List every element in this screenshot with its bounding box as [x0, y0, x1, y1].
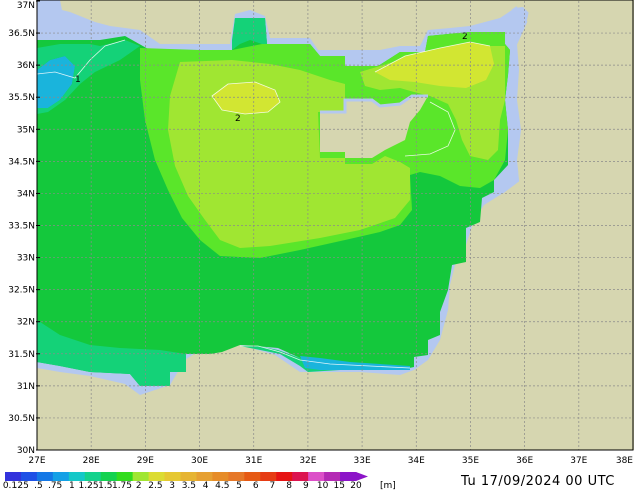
- colorbar-label: 15: [334, 481, 345, 490]
- longitude-label: 33E: [354, 456, 371, 466]
- colorbar-swatch: [5, 472, 22, 481]
- longitude-label: 28E: [83, 456, 100, 466]
- colorbar-swatch: [180, 472, 197, 481]
- colorbar-swatch: [116, 472, 134, 481]
- colorbar-swatch: [244, 472, 261, 481]
- colorbar-swatch: [340, 472, 357, 481]
- longitude-labels: 27E 28E 29E 30E 31E 32E 33E 34E 35E 36E 37E 38E: [28, 456, 633, 466]
- longitude-label: 38E: [616, 456, 633, 466]
- longitude-label: 36E: [516, 456, 533, 466]
- colorbar-label: 4: [203, 481, 209, 490]
- latitude-label: 35.5N: [8, 93, 35, 103]
- contour-label: 1: [75, 75, 81, 85]
- longitude-label: 35E: [462, 456, 479, 466]
- colorbar-label: .5: [34, 481, 43, 490]
- latitude-label: 36.5N: [8, 29, 35, 39]
- colorbar-swatch: [100, 472, 118, 481]
- colorbar-swatch: [84, 472, 102, 481]
- colorbar-label: 20: [350, 481, 362, 490]
- map-container: 1 2 2 37N 36.5N 36N 35.5N 35N 34.5N 34N 33.5N 33…: [0, 0, 634, 491]
- colorbar-swatch: [36, 472, 54, 481]
- colorbar-label: .75: [48, 481, 62, 490]
- longitude-label: 31E: [245, 456, 262, 466]
- latitude-label: 36N: [17, 61, 35, 71]
- colorbar-swatch: [164, 472, 181, 481]
- colorbar-label: 10: [317, 481, 329, 490]
- latitude-label: 31.5N: [8, 350, 35, 360]
- longitude-label: 32E: [299, 456, 316, 466]
- latitude-label: 31N: [17, 382, 35, 392]
- colorbar-label: 6: [253, 481, 259, 490]
- colorbar-label: 2.5: [148, 481, 162, 490]
- colorbar-label: 1.5: [98, 481, 112, 490]
- colorbar-label: 7: [270, 481, 276, 490]
- colorbar-unit: [m]: [380, 481, 396, 490]
- colorbar-label: 2: [136, 481, 142, 490]
- longitude-label: 30E: [191, 456, 208, 466]
- forecast-datetime: Tu 17/09/2024 00 UTC: [460, 474, 615, 489]
- colorbar-label: 5: [236, 481, 242, 490]
- colorbar-swatch: [132, 472, 150, 481]
- longitude-label: 29E: [137, 456, 154, 466]
- colorbar-swatch: [260, 472, 277, 481]
- colorbar-swatch: [292, 472, 309, 481]
- colorbar-label: 4.5: [215, 481, 229, 490]
- colorbar-swatch: [68, 472, 86, 481]
- colorbar-swatch: [228, 472, 245, 481]
- colorbar: 0.1.25.5.75 1 1.25 1.5 1.75 2 2.5 3 3.5 4 4.5 5 6 7 8 9…: [3, 472, 368, 491]
- colorbar-swatch: [276, 472, 293, 481]
- colorbar-label: 9: [303, 481, 309, 490]
- colorbar-arrow: [356, 472, 368, 481]
- colorbar-swatch: [20, 472, 38, 481]
- longitude-label: 27E: [28, 456, 45, 466]
- wave-height-map: 1 2 2 37N36.5N36N35.5N35N34.5N34N33.5N33…: [3, 0, 634, 491]
- colorbar-swatch: [52, 472, 70, 481]
- colorbar-swatch: [196, 472, 213, 481]
- colorbar-label: 8: [286, 481, 292, 490]
- latitude-label: 33.5N: [8, 222, 35, 232]
- contour-label: 2: [235, 114, 241, 124]
- contour-label: 2: [462, 32, 468, 42]
- colorbar-label: 1.25: [79, 481, 99, 490]
- colorbar-swatch: [324, 472, 341, 481]
- colorbar-label: 1: [69, 481, 75, 490]
- latitude-label: 30N: [17, 446, 35, 456]
- colorbar-label: 1.75: [112, 481, 132, 490]
- latitude-label: 32N: [17, 318, 35, 328]
- colorbar-swatch: [308, 472, 325, 481]
- longitude-label: 37E: [570, 456, 587, 466]
- latitude-label: 35N: [17, 125, 35, 135]
- colorbar-label: .25: [15, 481, 29, 490]
- latitude-labels: 37N 36.5N 36N 35.5N 35N 34.5N 34N 33.5N 33N 32.5N…: [8, 0, 40, 456]
- colorbar-swatch: [212, 472, 229, 481]
- latitude-label: 34.5N: [8, 157, 35, 167]
- colorbar-label: 3.5: [182, 481, 196, 490]
- latitude-label: 33N: [17, 254, 35, 264]
- latitude-label: 30.5N: [8, 414, 35, 424]
- latitude-label: 32.5N: [8, 286, 35, 296]
- latitude-label: 37N: [17, 1, 35, 11]
- colorbar-label: 3: [169, 481, 175, 490]
- colorbar-swatch: [148, 472, 166, 481]
- longitude-label: 34E: [408, 456, 425, 466]
- latitude-label: 34N: [17, 189, 35, 199]
